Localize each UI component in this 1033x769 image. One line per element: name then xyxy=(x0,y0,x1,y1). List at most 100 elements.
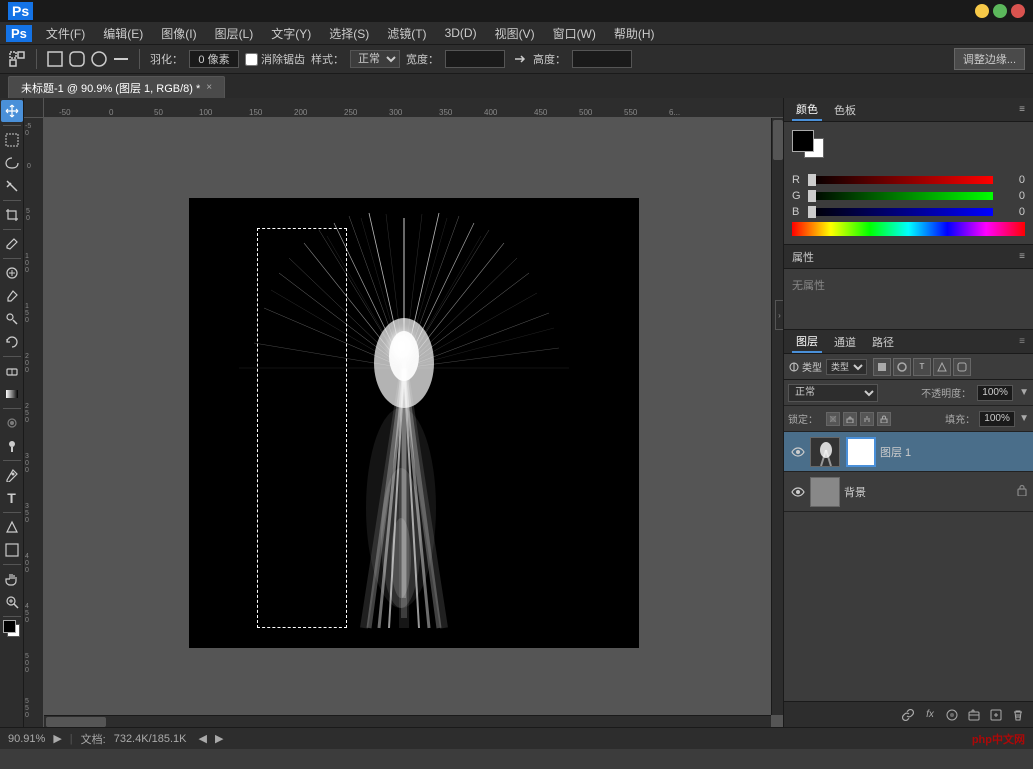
panel-collapse-handle[interactable]: › xyxy=(775,300,783,330)
history-brush-btn[interactable] xyxy=(1,331,23,353)
ruler-tick: 100 xyxy=(199,109,212,117)
magic-wand-btn[interactable] xyxy=(1,175,23,197)
status-nav-next[interactable]: ▶ xyxy=(215,732,223,745)
menu-3d[interactable]: 3D(D) xyxy=(437,24,485,42)
opacity-input[interactable] xyxy=(977,385,1013,401)
horizontal-scrollbar[interactable] xyxy=(44,715,771,727)
menu-select[interactable]: 选择(S) xyxy=(321,23,377,44)
fx-icon[interactable]: fx xyxy=(921,706,939,724)
menu-text[interactable]: 文字(Y) xyxy=(263,23,319,44)
layer-1-visibility[interactable] xyxy=(790,447,806,457)
type-tool-btn[interactable]: T xyxy=(1,487,23,509)
close-button[interactable] xyxy=(1011,4,1025,18)
filter-type-btn[interactable]: T xyxy=(913,358,931,376)
lock-image-btn[interactable] xyxy=(843,412,857,426)
menu-help[interactable]: 帮助(H) xyxy=(606,23,663,44)
swatches-tab[interactable]: 色板 xyxy=(830,100,860,120)
mask-icon[interactable] xyxy=(943,706,961,724)
filter-shape-btn[interactable] xyxy=(933,358,951,376)
new-group-icon[interactable] xyxy=(965,706,983,724)
menu-layer[interactable]: 图层(L) xyxy=(207,23,262,44)
row-select-icon xyxy=(113,51,129,67)
clone-stamp-btn[interactable] xyxy=(1,308,23,330)
layer-1-thumbnail xyxy=(810,437,840,467)
gradient-btn[interactable] xyxy=(1,383,23,405)
lock-transparent-btn[interactable] xyxy=(826,412,840,426)
properties-panel-header[interactable]: 属性 ≡ xyxy=(784,245,1033,269)
paths-tab[interactable]: 路径 xyxy=(868,332,898,352)
layer-row-bg[interactable]: 背景 xyxy=(784,472,1033,512)
g-slider[interactable] xyxy=(808,192,993,200)
properties-options-icon[interactable]: ≡ xyxy=(1019,251,1025,262)
menu-edit[interactable]: 编辑(E) xyxy=(95,23,151,44)
crop-tool-btn[interactable] xyxy=(1,204,23,226)
filter-smart-btn[interactable] xyxy=(953,358,971,376)
window-controls[interactable] xyxy=(975,4,1025,18)
rectangular-marquee-btn[interactable] xyxy=(1,129,23,151)
antialias-checkbox[interactable] xyxy=(245,53,258,66)
link-icon[interactable] xyxy=(899,706,917,724)
fg-color-swatch[interactable] xyxy=(792,130,814,152)
menu-image[interactable]: 图像(I) xyxy=(153,23,204,44)
b-slider[interactable] xyxy=(808,208,993,216)
path-select-btn[interactable] xyxy=(1,516,23,538)
status-arrow[interactable]: ▶ xyxy=(53,732,61,745)
lock-position-btn[interactable] xyxy=(860,412,874,426)
pen-tool-btn[interactable] xyxy=(1,464,23,486)
width-input[interactable] xyxy=(445,50,505,68)
scrollbar-thumb-v[interactable] xyxy=(773,120,783,160)
spectrum-bar[interactable] xyxy=(792,222,1025,236)
menu-filter[interactable]: 滤镜(T) xyxy=(379,23,434,44)
brush-tool-btn[interactable] xyxy=(1,285,23,307)
layers-panel: 图层 通道 路径 ≡ 类型 类型 xyxy=(784,330,1033,727)
layers-tab[interactable]: 图层 xyxy=(792,331,822,353)
tab-close-icon[interactable]: × xyxy=(206,82,212,93)
adjust-edge-button[interactable]: 调整边缘... xyxy=(954,48,1025,70)
maximize-button[interactable] xyxy=(993,4,1007,18)
style-select[interactable]: 正常 xyxy=(350,50,400,68)
height-input[interactable] xyxy=(572,50,632,68)
filter-type-select[interactable]: 类型 xyxy=(826,359,867,375)
filter-pixel-btn[interactable] xyxy=(873,358,891,376)
fill-input[interactable] xyxy=(979,411,1015,427)
r-slider[interactable] xyxy=(808,176,993,184)
hand-tool-btn[interactable] xyxy=(1,568,23,590)
channels-tab[interactable]: 通道 xyxy=(830,332,860,352)
eraser-btn[interactable] xyxy=(1,360,23,382)
shape-tool-btn[interactable] xyxy=(1,539,23,561)
eyedropper-btn[interactable] xyxy=(1,233,23,255)
color-swatch-container[interactable] xyxy=(792,130,828,166)
vertical-scrollbar[interactable] xyxy=(771,118,783,715)
lasso-tool-btn[interactable] xyxy=(1,152,23,174)
scrollbar-thumb-h[interactable] xyxy=(46,717,106,727)
clone-icon xyxy=(5,312,19,326)
layer-row-1[interactable]: 图层 1 xyxy=(784,432,1033,472)
titlebar: Ps xyxy=(0,0,1033,22)
move-tool-btn[interactable] xyxy=(1,100,23,122)
minimize-button[interactable] xyxy=(975,4,989,18)
bg-layer-visibility[interactable] xyxy=(790,487,806,497)
document-tab[interactable]: 未标题-1 @ 90.9% (图层 1, RGB/8) * × xyxy=(8,76,225,98)
menu-file[interactable]: 文件(F) xyxy=(38,23,93,44)
eye-icon-bg xyxy=(791,487,805,497)
menu-view[interactable]: 视图(V) xyxy=(487,23,543,44)
menu-window[interactable]: 窗口(W) xyxy=(545,23,604,44)
dodge-btn[interactable] xyxy=(1,435,23,457)
filter-adjustment-btn[interactable] xyxy=(893,358,911,376)
blend-mode-select[interactable]: 正常 xyxy=(788,384,878,402)
ruler-tick: 550 xyxy=(624,109,637,117)
status-nav-prev[interactable]: ◀ xyxy=(199,732,207,745)
blur-btn[interactable] xyxy=(1,412,23,434)
layers-panel-options[interactable]: ≡ xyxy=(1019,336,1025,347)
delete-layer-icon[interactable] xyxy=(1009,706,1027,724)
color-swatches[interactable] xyxy=(1,620,23,644)
color-tab[interactable]: 颜色 xyxy=(792,99,822,121)
panel-options-icon[interactable]: ≡ xyxy=(1019,104,1025,115)
feather-input[interactable] xyxy=(189,50,239,68)
healing-brush-btn[interactable] xyxy=(1,262,23,284)
zoom-tool-btn[interactable] xyxy=(1,591,23,613)
color-panel-header[interactable]: 颜色 色板 ≡ xyxy=(784,98,1033,122)
new-layer-icon[interactable] xyxy=(987,706,1005,724)
ruler-tick: 6... xyxy=(669,109,680,117)
lock-all-btn[interactable] xyxy=(877,412,891,426)
